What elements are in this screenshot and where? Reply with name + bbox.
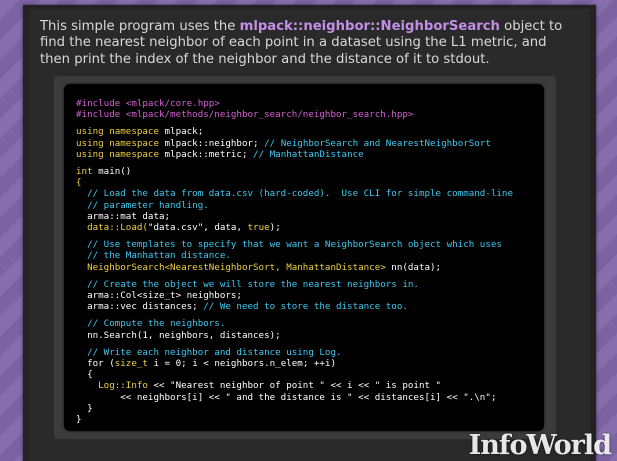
code-line: ); (269, 222, 281, 234)
code-line: #include <mlpack/core.hpp> (76, 98, 220, 109)
code-line: i = 0; i < neighbors.n_elem; ++i) (147, 358, 337, 370)
code-comment: // Create the object we will store the n… (76, 278, 419, 290)
code-line: mlpack::neighbor; (158, 137, 259, 149)
code-line: for ( (76, 358, 115, 370)
code-comment: // Load the data from data.csv (hard-cod… (76, 188, 513, 200)
code-comment: // the Manhattan distance. (76, 250, 231, 262)
code-comment: // ManhattanDistance (247, 148, 364, 160)
code-comment: // Use templates to specify that we want… (76, 239, 502, 251)
code-line: mlpack; (158, 126, 204, 138)
code-line: << "Nearest neighbor of point " << i << … (147, 380, 442, 392)
intro-paragraph: This simple program uses the mlpack::nei… (40, 19, 572, 68)
intro-text-before: This simple program uses the (40, 19, 240, 34)
code-line: #include <mlpack/methods/neighbor_search… (76, 109, 414, 121)
code-line: nn(data); (385, 261, 442, 273)
code-keyword: true (247, 222, 270, 234)
code-type: size_t (114, 358, 148, 370)
code-line: main() (92, 166, 132, 178)
code-line: , data, (203, 222, 248, 234)
code-line: } (76, 414, 82, 426)
code-line: << neighbors[i] << " and the distance is… (76, 391, 497, 403)
code-comment: // Write each neighbor and distance usin… (76, 346, 342, 358)
code-line: arma::Col<size_t> neighbors; (76, 290, 242, 302)
code-comment: // NeighborSearch and NearestNeighborSor… (258, 137, 491, 149)
code-line: { (76, 177, 82, 189)
code-type: NeighborSearch<NearestNeighborSort, Manh… (76, 261, 386, 273)
code-keyword: int (76, 166, 93, 178)
intro-class-name: mlpack::neighbor::NeighborSearch (239, 19, 500, 34)
code-function: Log::Info (76, 380, 148, 392)
code-keyword: using namespace (76, 126, 159, 138)
code-keyword: using namespace (76, 137, 159, 149)
code-comment: // Compute the neighbors. (76, 318, 226, 330)
code-line: arma::vec distances; (76, 301, 198, 313)
code-keyword: using namespace (76, 148, 159, 160)
code-line: } (76, 402, 93, 414)
code-comment: // We need to store the distance too. (197, 301, 408, 313)
code-line: nn.Search(1, neighbors, distances); (76, 329, 281, 341)
code-string: "data.csv" (147, 222, 204, 234)
infoworld-logo: InfoWorld (468, 430, 612, 461)
code-function: data::Load( (76, 222, 148, 234)
code-line: { (76, 369, 93, 381)
source-code: #include <mlpack/core.hpp> #include <mlp… (76, 98, 513, 425)
code-line: mlpack::metric; (158, 148, 248, 160)
code-line: arma::mat data; (76, 210, 171, 222)
code-comment: // parameter handling. (76, 199, 209, 211)
